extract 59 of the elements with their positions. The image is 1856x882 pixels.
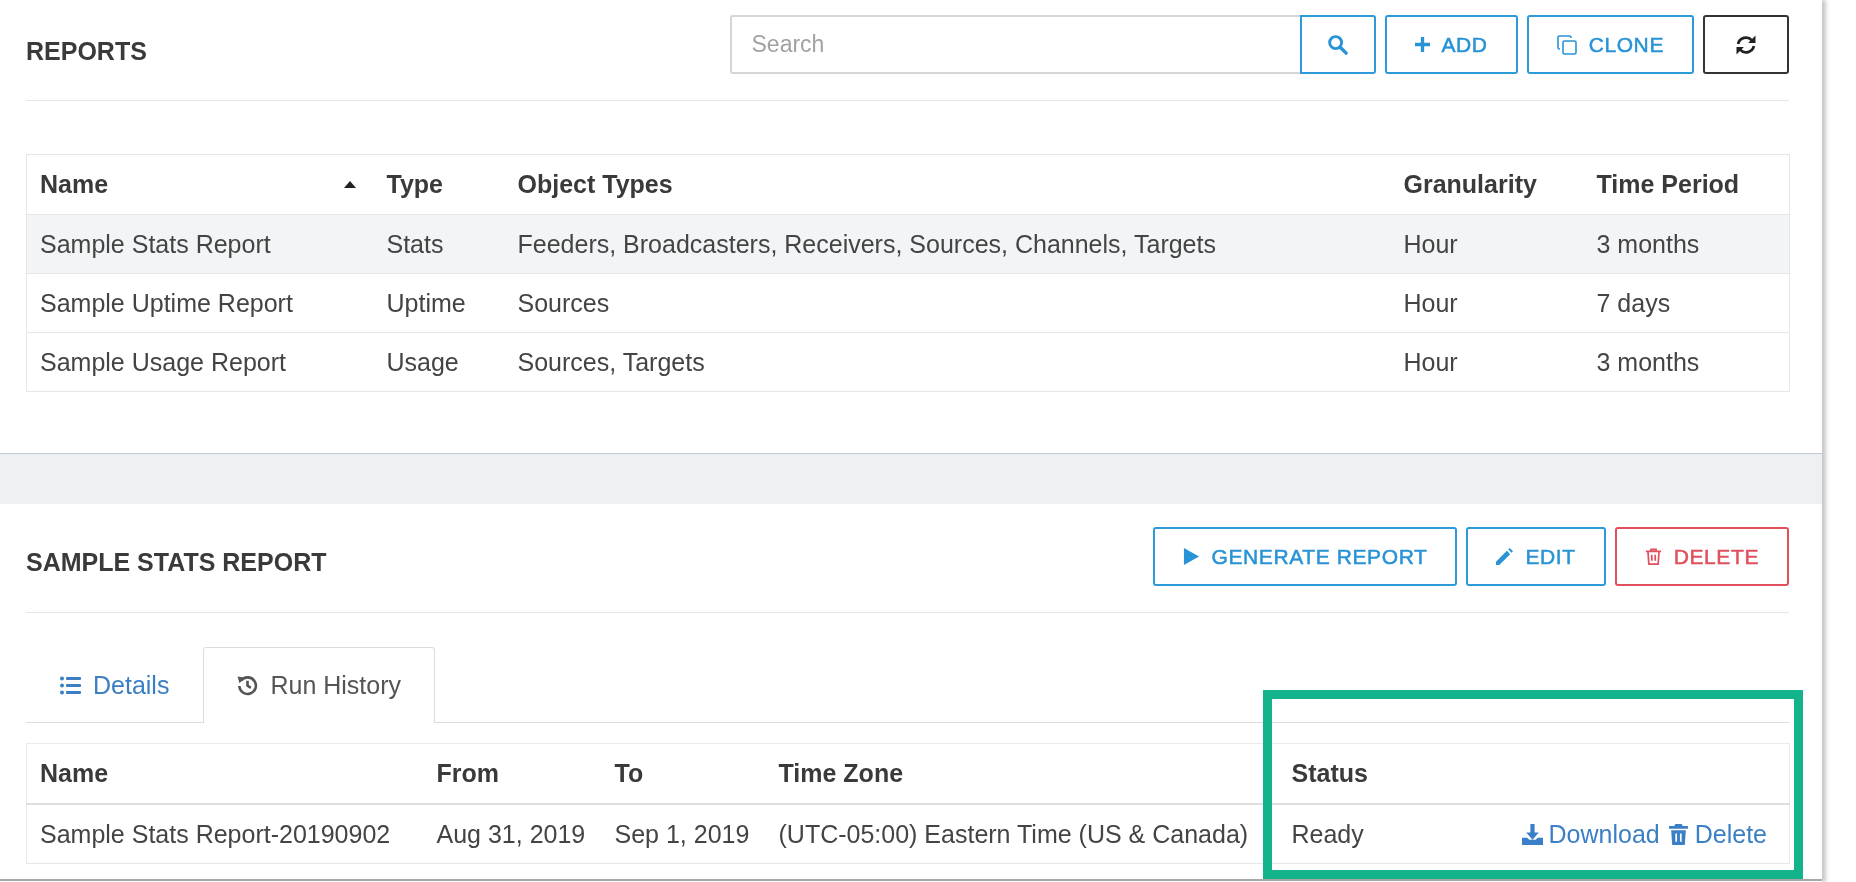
search-field[interactable]: Search (729, 15, 1300, 74)
status-text: Ready (1291, 819, 1364, 849)
history-icon (237, 675, 259, 696)
table-cell: Stats (373, 214, 505, 274)
table-cell: Sample Stats Report-20190902 (26, 804, 424, 864)
tab[interactable]: Details (26, 647, 204, 723)
search-button[interactable] (1299, 15, 1376, 74)
column-header: Time Period (1596, 170, 1740, 199)
table-cell: 7 days (1583, 273, 1790, 333)
table-cell: Sample Usage Report (26, 332, 374, 392)
pencil-icon (1496, 548, 1514, 565)
table-cell: Hour (1390, 273, 1584, 333)
refresh-button[interactable] (1703, 15, 1789, 74)
plus-icon (1414, 37, 1430, 52)
tab[interactable]: Run History (203, 647, 435, 723)
refresh-icon (1736, 34, 1756, 55)
column-header: Object Types (517, 170, 673, 199)
table-cell: Sources (504, 273, 1391, 333)
column-header: To (614, 759, 644, 787)
table-cell: (UTC-05:00) Eastern Time (US & Canada) (765, 804, 1279, 864)
search-icon (1327, 34, 1348, 55)
table-cell: Sample Uptime Report (26, 273, 374, 333)
column-header: Name (40, 759, 109, 787)
add-button[interactable]: ADD (1384, 15, 1518, 74)
column-header: Type (386, 170, 443, 199)
column-header: From (436, 759, 499, 787)
download-link[interactable]: Download (1521, 819, 1660, 849)
table-cell: Sample Stats Report (26, 214, 374, 274)
column-header: Time Zone (778, 759, 904, 787)
generate-report-button[interactable]: GENERATE REPORT (1152, 527, 1458, 586)
copy-icon (1556, 34, 1577, 55)
clone-button[interactable]: CLONE (1526, 15, 1694, 74)
table-row[interactable]: Sample Usage Report Usage Sources, Targets Hour 3 months (26, 332, 1790, 392)
table-cell: Uptime (373, 273, 505, 333)
play-icon (1182, 548, 1200, 565)
table-cell: Usage (373, 332, 505, 392)
table-cell: 3 months (1583, 214, 1790, 274)
table-cell: Sep 1, 2019 (601, 804, 766, 864)
table-cell: Hour (1390, 332, 1584, 392)
sort-ascending-icon[interactable] (343, 181, 356, 188)
table-cell: Aug 31, 2019 (423, 804, 602, 864)
table-row[interactable]: Sample Stats Report Stats Feeders, Broadcasters, Receivers, Sources, Channels, Targets Hour 3 months (26, 214, 1790, 274)
table-cell: 3 months (1583, 332, 1790, 392)
table-cell: Feeders, Broadcasters, Receivers, Sources, Channels, Targets (504, 214, 1391, 274)
column-header: Status (1291, 759, 1368, 787)
panel-title: SAMPLE STATS REPORT (26, 548, 327, 577)
table-cell: Sources, Targets (504, 332, 1391, 392)
table-row[interactable]: Sample Uptime Report Uptime Sources Hour 7 days (26, 273, 1790, 333)
delete-link[interactable]: Delete (1667, 819, 1767, 849)
trash-icon (1667, 823, 1689, 845)
list-icon (60, 675, 81, 696)
column-header: Name (40, 170, 109, 199)
table-cell: Hour (1390, 214, 1584, 274)
download-icon (1521, 823, 1543, 845)
column-header: Granularity (1403, 170, 1537, 199)
delete-button[interactable]: DELETE (1614, 527, 1789, 586)
panel-title: REPORTS (26, 37, 147, 66)
trash-icon (1644, 548, 1662, 565)
edit-button[interactable]: EDIT (1466, 527, 1606, 586)
